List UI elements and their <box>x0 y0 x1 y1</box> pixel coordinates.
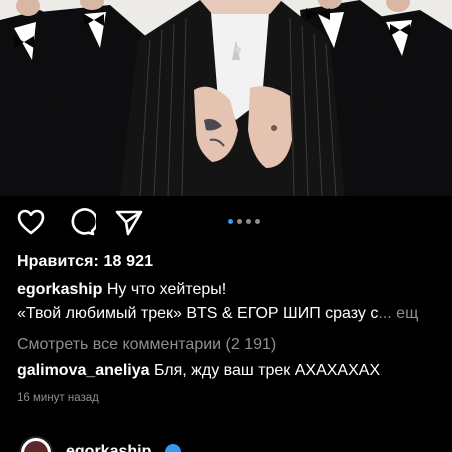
caption-text: Ну что хейтеры! <box>106 281 227 298</box>
next-post-username[interactable]: egorkaship <box>66 443 151 452</box>
instagram-feed: Нравится: 18 921 egorkaship Ну что хейте… <box>0 0 452 452</box>
caption-author-username[interactable]: egorkaship <box>17 281 102 298</box>
caption-second-line: «Твой любимый трек» BTS & ЕГОР ШИП сразу… <box>17 305 452 323</box>
post-timestamp: 16 минут назад <box>17 392 99 404</box>
post-photo-image <box>0 0 452 196</box>
caption-more-link[interactable]: ещ <box>396 305 418 322</box>
comment-username[interactable]: galimova_aneliya <box>17 362 150 379</box>
next-post-header: egorkaship <box>0 430 452 452</box>
likes-label: Нравится: <box>17 253 99 270</box>
caption-first-line: egorkaship Ну что хейтеры! <box>17 281 452 299</box>
comment-item: galimova_aneliya Бля, жду ваш трек АХАХА… <box>17 362 452 380</box>
view-all-comments-link[interactable]: Смотреть все комментарии (2 191) <box>17 336 452 354</box>
carousel-dot-active <box>228 219 233 224</box>
carousel-dot <box>246 219 251 224</box>
avatar[interactable] <box>19 436 53 452</box>
likes-count-line[interactable]: Нравится: 18 921 <box>17 253 452 271</box>
paper-plane-icon[interactable] <box>114 207 144 237</box>
comment-text: Бля, жду ваш трек АХАХАХАХ <box>153 362 381 379</box>
caption-text-continued: «Твой любимый трек» BTS & ЕГОР ШИП сразу… <box>17 305 379 322</box>
heart-icon[interactable] <box>16 207 46 237</box>
comment-bubble-icon[interactable] <box>66 207 99 237</box>
likes-count: 18 921 <box>103 253 154 270</box>
post-photo[interactable] <box>0 0 452 196</box>
carousel-indicator <box>228 219 260 225</box>
avatar-image <box>24 441 48 452</box>
verified-badge-icon <box>165 444 181 452</box>
caption-ellipsis: ... <box>378 305 392 322</box>
carousel-dot <box>237 219 242 224</box>
post-action-bar <box>0 196 452 248</box>
carousel-dot <box>255 219 260 224</box>
